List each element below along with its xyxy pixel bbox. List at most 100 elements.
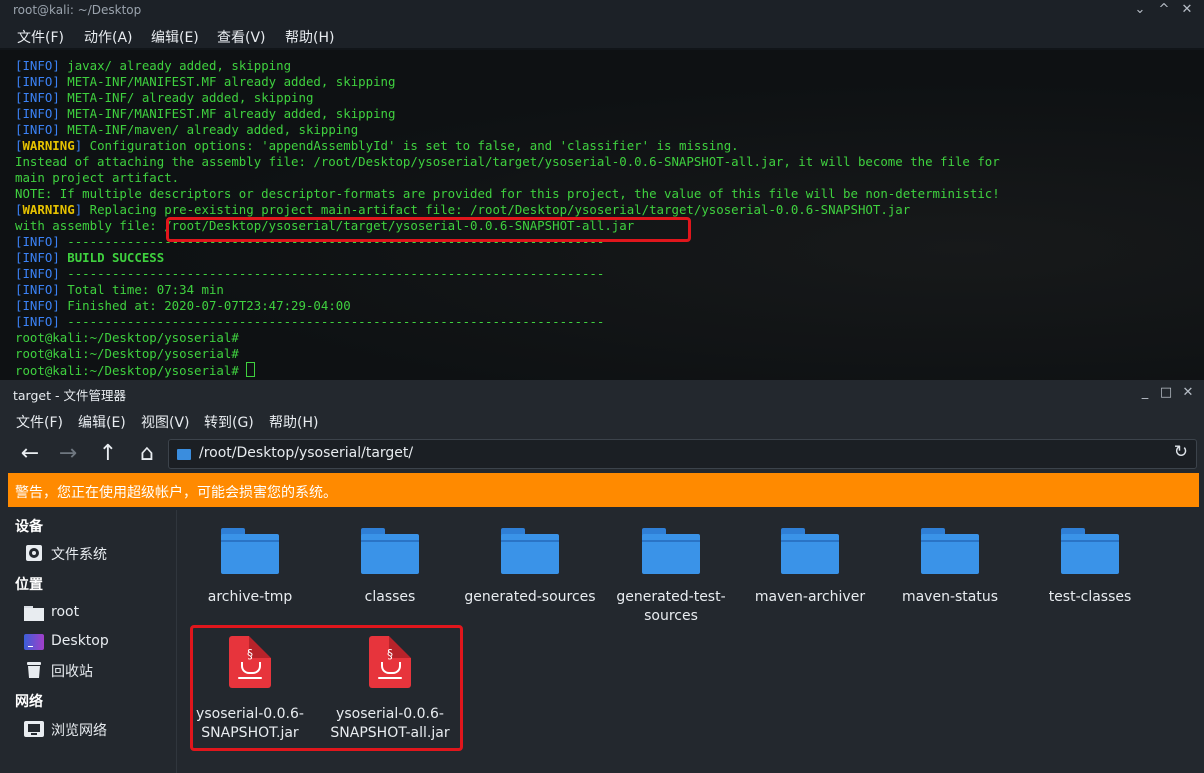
- terminal-line: [INFO] ---------------------------------…: [15, 314, 605, 329]
- toolbar: ← → ↑ ⌂ /root/Desktop/ysoserial/target/ …: [0, 436, 1204, 472]
- sidebar-header-devices: 设备: [15, 519, 43, 535]
- terminal-title: root@kali: ~/Desktop: [13, 3, 142, 17]
- highlight-box-jars: [190, 625, 463, 751]
- folder-icon: [1061, 528, 1119, 574]
- terminal-line: [INFO] BUILD SUCCESS: [15, 250, 165, 265]
- terminal-line-text: main project artifact.: [15, 170, 180, 185]
- terminal-line: [WARNING] Replacing pre-existing project…: [15, 202, 911, 217]
- sidebar-header-places: 位置: [15, 577, 43, 593]
- folder-item[interactable]: maven-status: [880, 528, 1020, 607]
- terminal-window: root@kali: ~/Desktop ⌄ ^ ✕ 文件(F) 动作(A) 编…: [0, 0, 1204, 380]
- terminal-line-text: root@kali:~/Desktop/ysoserial#: [15, 363, 247, 378]
- terminal-line-text: root@kali:~/Desktop/ysoserial#: [15, 330, 239, 345]
- terminal-line: [INFO] Finished at: 2020-07-07T23:47:29-…: [15, 298, 351, 313]
- terminal-line: root@kali:~/Desktop/ysoserial#: [15, 330, 239, 346]
- menu-help[interactable]: 帮助(H): [269, 412, 318, 432]
- terminal-line: [INFO] META-INF/ already added, skipping: [15, 90, 314, 105]
- file-manager-title: target - 文件管理器: [13, 388, 126, 403]
- warning-tag: WARNING: [22, 138, 75, 153]
- terminal-line: root@kali:~/Desktop/ysoserial#: [15, 346, 239, 362]
- info-tag: INFO: [22, 282, 53, 297]
- folder-item[interactable]: classes: [320, 528, 460, 607]
- terminal-line-text: META-INF/ already added, skipping: [59, 90, 314, 105]
- network-icon: [24, 720, 44, 738]
- menu-file[interactable]: 文件(F): [17, 27, 64, 47]
- folder-item[interactable]: generated-test-sources: [600, 528, 742, 626]
- forward-icon[interactable]: →: [55, 441, 81, 467]
- info-tag: INFO: [22, 298, 53, 313]
- terminal-line: [WARNING] Configuration options: 'append…: [15, 138, 739, 153]
- terminal-line: main project artifact.: [15, 170, 179, 186]
- menu-goto[interactable]: 转到(G): [204, 412, 254, 432]
- close-icon[interactable]: ✕: [1179, 2, 1195, 18]
- terminal-cursor: [246, 362, 256, 377]
- info-tag: INFO: [22, 314, 53, 329]
- highlight-box-path: [166, 217, 691, 242]
- terminal-line-text: Finished at: 2020-07-07T23:47:29-04:00: [59, 298, 351, 313]
- terminal-line: [INFO] META-INF/MANIFEST.MF already adde…: [15, 74, 396, 89]
- terminal-output[interactable]: [INFO] javax/ already added, skipping [IN…: [0, 50, 1204, 380]
- warning-tag: WARNING: [22, 202, 75, 217]
- folder-item[interactable]: maven-archiver: [740, 528, 880, 607]
- folder-icon: [642, 528, 700, 574]
- terminal-line: [INFO] META-INF/MANIFEST.MF already adde…: [15, 106, 396, 121]
- desktop-icon: [24, 633, 44, 651]
- maximize-icon[interactable]: □: [1158, 385, 1174, 401]
- menu-help[interactable]: 帮助(H): [285, 27, 334, 47]
- terminal-line-text: BUILD SUCCESS: [59, 250, 165, 265]
- terminal-line-text: META-INF/maven/ already added, skipping: [59, 122, 359, 137]
- terminal-line-text: META-INF/MANIFEST.MF already added, skip…: [59, 106, 396, 121]
- info-tag: INFO: [22, 90, 53, 105]
- back-icon[interactable]: ←: [17, 441, 43, 467]
- sidebar: 设备 文件系统 位置 root Desktop 回收站 网络 浏览网络: [0, 510, 177, 773]
- menu-edit[interactable]: 编辑(E): [78, 412, 126, 432]
- info-tag: INFO: [22, 106, 53, 121]
- file-manager-window: target - 文件管理器 _ □ ✕ 文件(F) 编辑(E) 视图(V) 转…: [0, 380, 1204, 773]
- sidebar-header-network: 网络: [15, 694, 43, 710]
- terminal-line: root@kali:~/Desktop/ysoserial#: [15, 362, 256, 379]
- info-tag: INFO: [22, 266, 53, 281]
- terminal-line-text: root@kali:~/Desktop/ysoserial#: [15, 346, 239, 361]
- terminal-line: [INFO] ---------------------------------…: [15, 266, 605, 281]
- trash-icon: [24, 661, 44, 679]
- folder-icon: [781, 528, 839, 574]
- menu-file[interactable]: 文件(F): [16, 412, 63, 432]
- menu-action[interactable]: 动作(A): [84, 27, 133, 47]
- home-folder-icon: [24, 604, 44, 622]
- close-icon[interactable]: ✕: [1180, 385, 1196, 401]
- folder-icon: [361, 528, 419, 574]
- terminal-line-text: javax/ already added, skipping: [59, 58, 292, 73]
- minimize-icon[interactable]: ⌄: [1132, 2, 1148, 18]
- minimize-icon[interactable]: _: [1137, 385, 1153, 401]
- folder-item[interactable]: test-classes: [1020, 528, 1160, 607]
- home-icon[interactable]: ⌂: [134, 441, 160, 467]
- folder-icon: [221, 528, 279, 574]
- up-icon[interactable]: ↑: [95, 441, 121, 467]
- folder-item[interactable]: generated-sources: [460, 528, 600, 607]
- terminal-titlebar[interactable]: root@kali: ~/Desktop ⌄ ^ ✕: [0, 0, 1204, 22]
- folder-icon: [177, 449, 191, 460]
- file-manager-titlebar[interactable]: target - 文件管理器 _ □ ✕: [0, 380, 1204, 406]
- terminal-line-text: Instead of attaching the assembly file: …: [15, 154, 1000, 169]
- terminal-line: NOTE: If multiple descriptors or descrip…: [15, 186, 1000, 202]
- info-tag: INFO: [22, 122, 53, 137]
- folder-item[interactable]: archive-tmp: [180, 528, 320, 607]
- folder-icon: [921, 528, 979, 574]
- warning-text: 警告，您正在使用超级帐户，可能会损害您的系统。: [15, 485, 337, 501]
- info-tag: INFO: [22, 74, 53, 89]
- terminal-line-text: Total time: 07:34 min: [59, 282, 224, 297]
- root-warning-bar: 警告，您正在使用超级帐户，可能会损害您的系统。: [8, 473, 1199, 507]
- terminal-line-text: META-INF/MANIFEST.MF already added, skip…: [59, 74, 396, 89]
- menu-view[interactable]: 查看(V): [217, 27, 266, 47]
- folder-icon: [501, 528, 559, 574]
- file-manager-menubar: 文件(F) 编辑(E) 视图(V) 转到(G) 帮助(H): [0, 406, 1204, 434]
- menu-view[interactable]: 视图(V): [141, 412, 190, 432]
- info-tag: INFO: [22, 234, 53, 249]
- terminal-line-text: Configuration options: 'appendAssemblyId…: [82, 138, 739, 153]
- maximize-icon[interactable]: ^: [1156, 2, 1172, 18]
- location-bar[interactable]: /root/Desktop/ysoserial/target/ ↻: [168, 439, 1197, 469]
- menu-edit[interactable]: 编辑(E): [151, 27, 199, 47]
- refresh-icon[interactable]: ↻: [1174, 442, 1188, 462]
- terminal-line-text: ----------------------------------------…: [59, 314, 605, 329]
- terminal-line-text: ----------------------------------------…: [59, 266, 605, 281]
